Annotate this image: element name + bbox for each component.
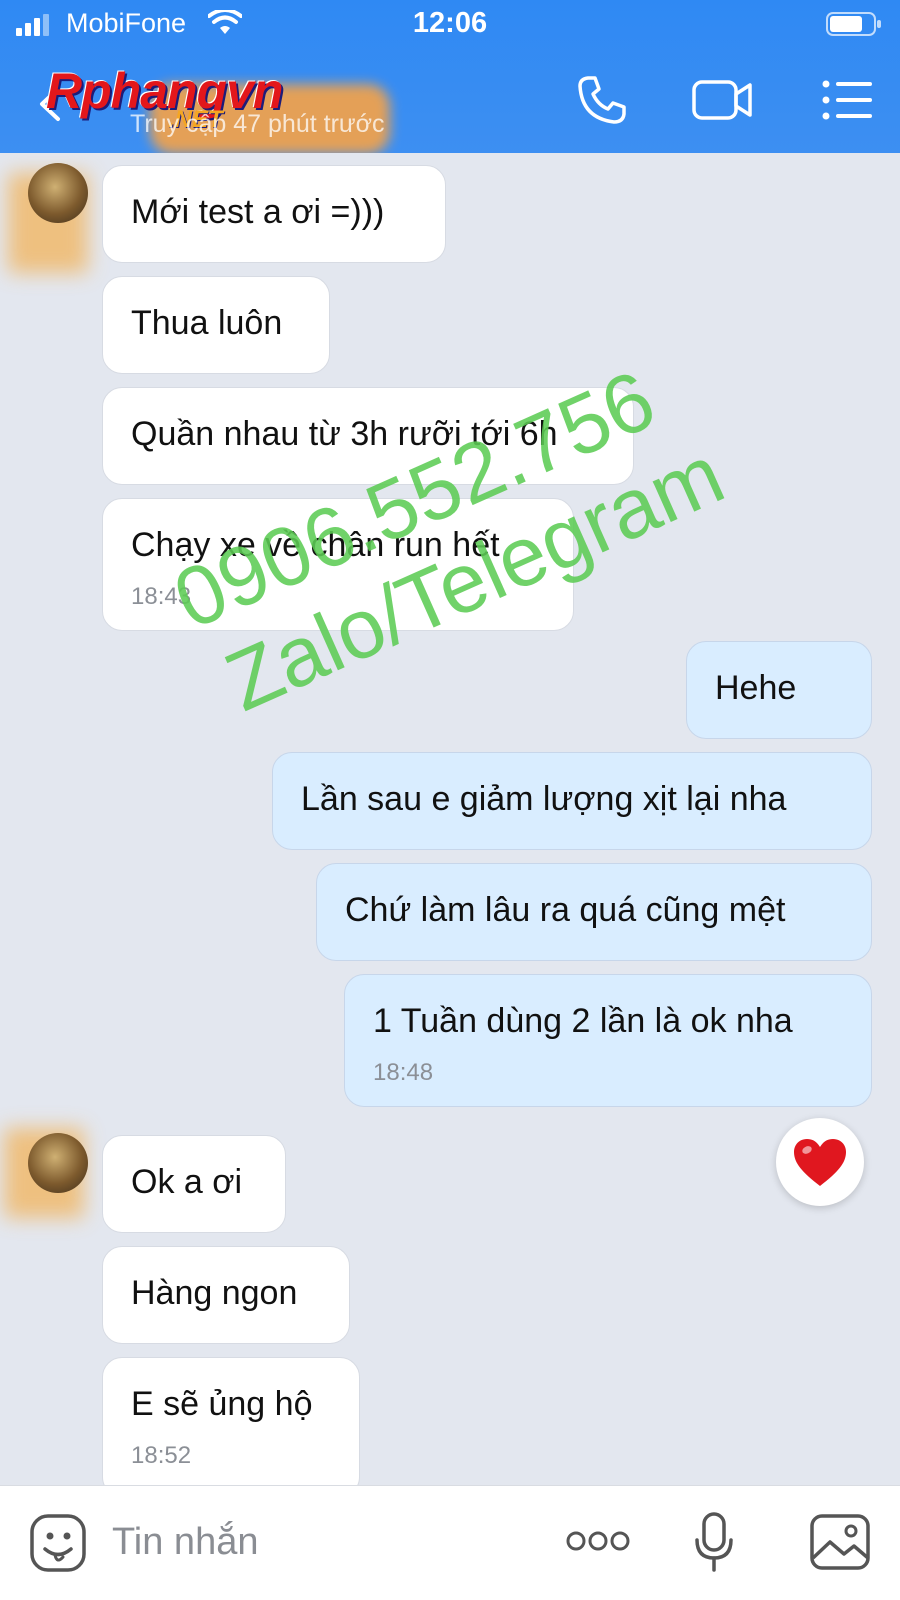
message-text: Chứ làm lâu ra quá cũng mệt — [345, 891, 786, 929]
menu-list-icon[interactable] — [822, 74, 874, 126]
message-input[interactable] — [112, 1512, 532, 1572]
message-bubble-incoming[interactable]: Quần nhau từ 3h rưỡi tới 6h — [102, 387, 634, 485]
message-list[interactable]: Mới test a ơi =))) Thua luôn Quần nhau t… — [0, 153, 900, 1485]
message-time: 18:52 — [131, 1442, 192, 1469]
chat-header: MobiFone 12:06 Rphangvn .NET Truy cập 47… — [0, 0, 900, 154]
message-text: Ok a ơi — [131, 1163, 243, 1201]
message-text: E sẽ ủng hộ — [131, 1385, 313, 1423]
contact-avatar[interactable] — [28, 163, 88, 223]
composer-bar — [0, 1485, 900, 1600]
status-time: 12:06 — [412, 7, 488, 39]
message-bubble-incoming[interactable]: E sẽ ủng hộ 18:52 — [102, 1357, 360, 1485]
message-time: 18:48 — [373, 1059, 434, 1086]
heart-icon — [794, 1139, 846, 1186]
message-bubble-incoming[interactable]: Ok a ơi — [102, 1135, 286, 1233]
message-text: Hehe — [715, 669, 797, 707]
message-bubble-incoming[interactable]: Hàng ngon — [102, 1246, 350, 1344]
message-text: Quần nhau từ 3h rưỡi tới 6h — [131, 415, 558, 453]
message-time: 18:43 — [131, 583, 192, 610]
message-text: Thua luôn — [131, 304, 283, 342]
message-bubble-outgoing[interactable]: 1 Tuần dùng 2 lần là ok nha 18:48 — [344, 974, 872, 1107]
video-call-icon[interactable] — [692, 74, 754, 126]
last-seen-status: Truy cập 47 phút trước — [130, 110, 385, 138]
message-bubble-incoming[interactable]: Thua luôn — [102, 276, 330, 374]
message-text: Lần sau e giảm lượng xịt lại nha — [301, 780, 787, 818]
message-text: Chạy xe về chân run hết — [131, 526, 500, 564]
microphone-icon[interactable] — [694, 1512, 734, 1574]
message-bubble-outgoing[interactable]: Chứ làm lâu ra quá cũng mệt — [316, 863, 872, 961]
sticker-emoji-icon[interactable] — [30, 1514, 86, 1572]
photo-gallery-icon[interactable] — [810, 1514, 870, 1570]
message-bubble-incoming[interactable]: Mới test a ơi =))) — [102, 165, 446, 263]
message-text: 1 Tuần dùng 2 lần là ok nha — [373, 1002, 793, 1040]
reaction-button[interactable] — [776, 1118, 864, 1206]
battery-icon — [826, 12, 881, 36]
status-bar: MobiFone 12:06 — [0, 0, 900, 50]
more-options-icon[interactable] — [566, 1528, 630, 1554]
message-bubble-outgoing[interactable]: Lần sau e giảm lượng xịt lại nha — [272, 752, 872, 850]
message-text: Mới test a ơi =))) — [131, 193, 385, 231]
message-bubble-incoming[interactable]: Chạy xe về chân run hết 18:43 — [102, 498, 574, 631]
contact-avatar[interactable] — [28, 1133, 88, 1193]
message-bubble-outgoing[interactable]: Hehe — [686, 641, 872, 739]
message-text: Hàng ngon — [131, 1274, 298, 1312]
phone-call-icon[interactable] — [576, 74, 628, 126]
